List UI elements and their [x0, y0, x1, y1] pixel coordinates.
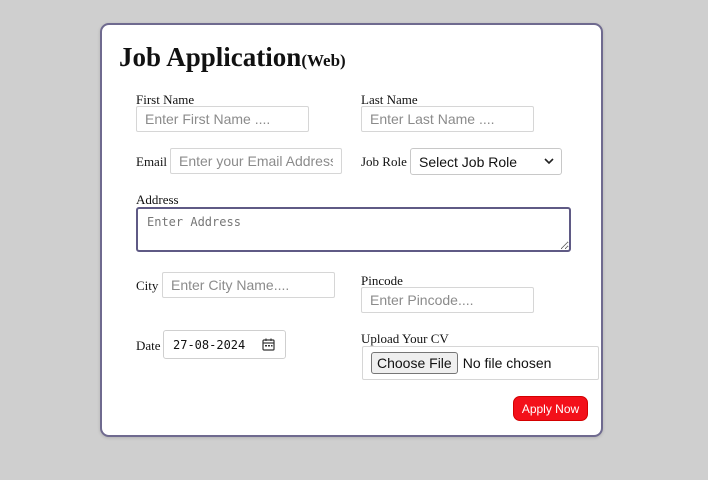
address-label: Address — [136, 192, 179, 207]
choose-file-button[interactable]: Choose File — [371, 352, 458, 374]
address-textarea[interactable] — [136, 207, 571, 252]
pincode-input[interactable] — [361, 287, 534, 313]
title-suffix: (Web) — [301, 51, 346, 70]
calendar-icon[interactable] — [262, 338, 275, 351]
last-name-label: Last Name — [361, 92, 418, 107]
email-input[interactable] — [170, 148, 342, 174]
date-value: 27-08-2024 — [173, 337, 246, 352]
email-label: Email — [136, 154, 168, 169]
first-name-label: First Name — [136, 92, 195, 107]
job-role-select[interactable]: Select Job Role — [410, 148, 562, 175]
cv-file-input[interactable]: Choose File No file chosen — [362, 346, 599, 380]
page-title: Job Application(Web) — [119, 42, 346, 76]
date-input[interactable]: 27-08-2024 — [163, 330, 286, 359]
job-role-selected: Select Job Role — [419, 153, 518, 170]
chevron-down-icon — [544, 158, 554, 165]
upload-cv-label: Upload Your CV — [361, 331, 449, 346]
job-role-label: Job Role — [361, 154, 407, 169]
file-status: No file chosen — [462, 355, 552, 371]
last-name-input[interactable] — [361, 106, 534, 132]
pincode-label: Pincode — [361, 273, 403, 288]
first-name-input[interactable] — [136, 106, 309, 132]
city-label: City — [136, 278, 159, 293]
date-label: Date — [136, 338, 161, 353]
city-input[interactable] — [162, 272, 335, 298]
title-main: Job Application — [119, 42, 302, 72]
job-application-card: Job Application(Web) First Name Last Nam… — [100, 23, 603, 437]
apply-now-button[interactable]: Apply Now — [513, 396, 588, 421]
